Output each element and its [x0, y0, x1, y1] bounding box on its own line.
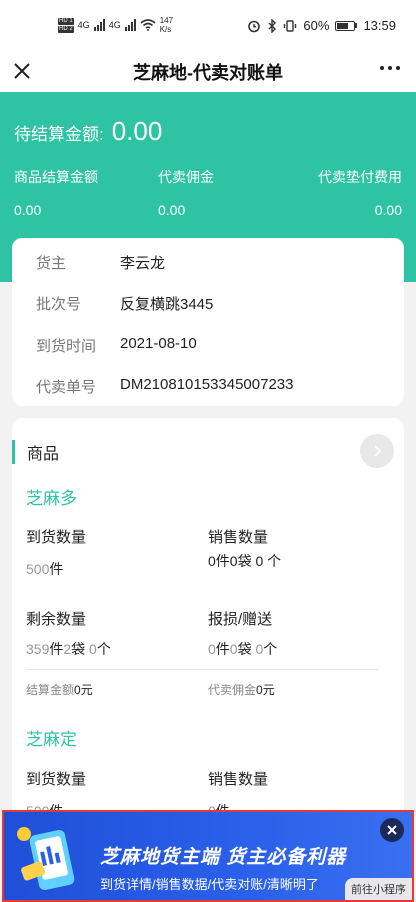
info-label: 到货时间: [36, 338, 97, 355]
info-value: 反复横跳3445: [120, 296, 214, 313]
pending-amount: 待结算金额: 0.00: [14, 116, 162, 147]
product-name: 芝麻多: [26, 489, 77, 508]
order-info-card: 货主 李云龙 批次号 反复横跳3445 到货时间 2021-08-10 代卖单号…: [12, 238, 404, 406]
speed-unit: K/s: [159, 25, 172, 34]
more-icon[interactable]: [380, 66, 400, 70]
sales-value: 0件0袋 0 个: [208, 553, 282, 569]
status-right: 60% 13:59: [247, 18, 396, 33]
ad-close-icon[interactable]: [380, 818, 404, 842]
product-name: 芝麻定: [26, 730, 77, 749]
speed-value: 147: [159, 16, 174, 25]
status-bar: HD 1 HD 2 4G 4G 147 K/s 60% 13:59: [0, 0, 416, 52]
info-value: 2021-08-10: [120, 335, 197, 352]
advance-fee-value: 0.00: [374, 202, 402, 218]
status-left: HD 1 HD 2 4G 4G 147 K/s: [58, 16, 173, 34]
network-2: 4G: [108, 20, 121, 30]
network-1: 4G: [77, 20, 90, 30]
remain-label: 剩余数量: [26, 611, 87, 628]
arrival-value: 500件: [26, 561, 64, 577]
remain-value: 359件2袋 0个: [26, 641, 111, 657]
sim-indicator: HD 1 HD 2: [58, 17, 74, 33]
info-label: 批次号: [36, 296, 82, 313]
vibrate-icon: [284, 19, 297, 32]
summary-labels: 商品结算金额 代卖佣金 代卖垫付费用: [14, 167, 402, 187]
goto-mini-program-link[interactable]: 前往小程序: [345, 878, 412, 900]
ad-title: 芝麻地货主端 货主必备利器: [100, 847, 347, 868]
close-icon[interactable]: [10, 59, 34, 83]
goods-settle-label: 商品结算金额: [14, 169, 98, 185]
advance-fee-label: 代卖垫付费用: [318, 169, 402, 185]
sales-label: 销售数量: [208, 529, 269, 546]
divider: [26, 669, 378, 670]
commission-label: 代卖佣金: [157, 169, 214, 185]
battery-icon: [335, 20, 358, 31]
signal-icon: [93, 19, 105, 31]
wifi-icon: [140, 19, 156, 31]
alarm-icon: [248, 20, 261, 32]
ad-subtitle: 到货详情/销售数据/代卖对账/清晰明了: [100, 877, 319, 892]
nav-bar: 芝麻地-代卖对账单: [0, 52, 416, 92]
loss-label: 报损/赠送: [208, 611, 273, 628]
page-title: 芝麻地-代卖对账单: [133, 63, 283, 83]
loss-value: 0件0袋 0个: [208, 641, 278, 657]
hd2-badge: HD 2: [58, 25, 74, 33]
info-row-batch: 批次号 反复横跳3445: [36, 293, 213, 314]
bluetooth-icon: [268, 18, 277, 33]
commission-amount: 代卖佣金0元: [208, 683, 275, 697]
sales-label: 销售数量: [208, 771, 269, 788]
clock: 13:59: [363, 18, 396, 33]
info-label: 代卖单号: [36, 379, 97, 396]
info-value: 李云龙: [120, 255, 166, 272]
info-row-arrival-time: 到货时间 2021-08-10: [36, 335, 197, 356]
info-value: DM210810153345007233: [120, 376, 294, 393]
goods-settle-value: 0.00: [14, 202, 42, 218]
net-speed: 147 K/s: [160, 16, 173, 34]
hd1-badge: HD 1: [58, 17, 74, 25]
info-row-owner: 货主 李云龙: [36, 252, 165, 273]
signal-icon-2: [124, 19, 136, 31]
battery-percent: 60%: [303, 18, 330, 33]
goods-title: 商品: [27, 446, 60, 463]
pending-label: 待结算金额:: [14, 125, 104, 144]
settle-amount: 结算金额0元: [26, 683, 93, 697]
commission-value: 0.00: [157, 202, 186, 218]
info-row-order-no: 代卖单号 DM210810153345007233: [36, 376, 294, 397]
arrival-label: 到货数量: [26, 771, 87, 788]
mini-program-ad-banner[interactable]: 芝麻地货主端 货主必备利器 到货详情/销售数据/代卖对账/清晰明了 前往小程序: [2, 810, 414, 902]
goods-header: 商品: [12, 440, 59, 464]
pending-value: 0.00: [111, 116, 163, 146]
arrival-label: 到货数量: [26, 529, 87, 546]
summary-values: 0.00 0.00 0.00: [14, 202, 402, 218]
phone-illustration-icon: [17, 827, 75, 891]
info-label: 货主: [36, 255, 67, 272]
goods-card: 商品 芝麻多 到货数量 500件 销售数量 0件0袋 0 个 剩余数量 359件…: [12, 418, 404, 838]
chevron-right-icon[interactable]: [360, 434, 394, 468]
accent-bar: [12, 440, 15, 464]
